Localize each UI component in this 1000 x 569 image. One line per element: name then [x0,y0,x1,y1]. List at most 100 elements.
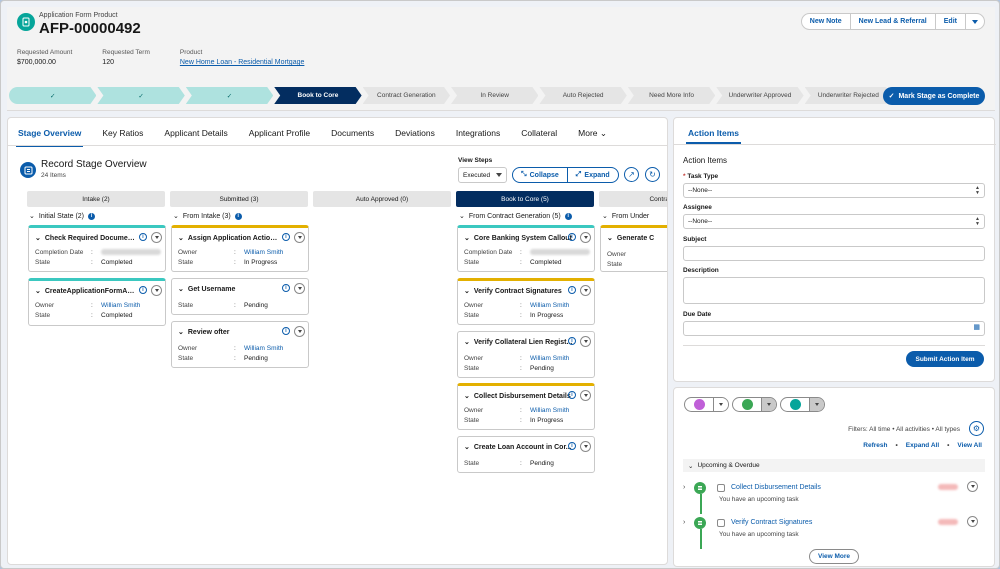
task-type-select[interactable]: --None-- ▲ ▼ [683,183,985,198]
info-icon[interactable]: i [282,233,290,241]
owner-link[interactable]: William Smith [530,407,569,414]
task-title-link[interactable]: Collect Disbursement Details [731,484,821,491]
task-menu-dropdown[interactable] [967,481,978,492]
tab-stage-overview[interactable]: Stage Overview [15,124,84,147]
path-step-current[interactable]: Book to Core [274,87,361,104]
step-card-create-loan-account[interactable]: Create Loan Account in Cor... i State: Pe… [457,436,595,473]
tab-applicant-details[interactable]: Applicant Details [164,124,227,144]
owner-link[interactable]: William Smith [244,249,283,256]
card-menu-dropdown[interactable] [580,441,591,452]
step-card-collect-disbursement-details[interactable]: Collect Disbursement Details i Owner: Wil… [457,383,595,430]
tab-integrations[interactable]: Integrations [456,124,500,144]
step-card-check-required-documents[interactable]: Check Required Document... i Completion … [28,225,166,272]
assignee-select[interactable]: --None-- ▲ ▼ [683,214,985,229]
card-menu-dropdown[interactable] [580,232,591,243]
submit-action-item-button[interactable]: Submit Action Item [906,351,984,367]
card-menu-dropdown[interactable] [151,232,162,243]
path-step[interactable]: In Review [451,87,538,104]
tab-action-items[interactable]: Action Items [685,128,742,144]
info-icon[interactable]: i [282,284,290,292]
info-icon[interactable]: i [568,337,576,345]
owner-link[interactable]: William Smith [101,302,140,309]
info-icon[interactable]: i [568,442,576,450]
step-card-core-banking-callout[interactable]: Core Banking System Callout i Completion… [457,225,595,272]
new-task-split-button[interactable] [732,397,777,412]
refresh-link[interactable]: Refresh [863,442,887,449]
group-initial-state[interactable]: ⌄ Initial State (2) i [29,212,96,220]
tab-more[interactable]: More ⌄ [578,124,607,144]
mark-stage-complete-button[interactable]: ✓ Mark Stage as Complete [883,87,985,105]
info-icon[interactable]: i [139,286,147,294]
new-event-split-button[interactable] [684,397,729,412]
owner-link[interactable]: William Smith [530,355,569,362]
log-call-button[interactable] [781,398,809,411]
refresh-icon[interactable]: ↻ [645,167,660,182]
card-menu-dropdown[interactable] [580,285,591,296]
step-card-generate-contract[interactable]: Generate C Owner State [600,225,667,272]
product-link[interactable]: New Home Loan - Residential Mortgage [180,59,305,66]
step-card-create-application-form[interactable]: CreateApplicationFormApp... i Owner: Will… [28,278,166,326]
event-button[interactable] [685,398,713,411]
tab-collateral[interactable]: Collateral [521,124,557,144]
group-from-intake[interactable]: ⌄ From Intake (3) i [173,212,242,220]
path-step[interactable]: Contract Generation [363,87,450,104]
info-icon[interactable]: i [568,286,576,294]
chevron-right-icon[interactable]: › [683,519,685,526]
task-title-link[interactable]: Verify Contract Signatures [731,519,812,526]
step-card-verify-collateral-lien[interactable]: Verify Collateral Lien Regist... i Owner… [457,331,595,378]
tab-applicant-profile[interactable]: Applicant Profile [249,124,310,144]
info-icon[interactable]: i [568,233,576,241]
due-date-input[interactable]: ▦ [683,321,985,336]
edit-button[interactable]: Edit [936,14,966,29]
card-menu-dropdown[interactable] [580,390,591,401]
info-icon[interactable]: i [568,391,576,399]
card-menu-dropdown[interactable] [580,336,591,347]
expand-all-link[interactable]: Expand All [906,442,939,449]
step-card-assign-application-action[interactable]: Assign Application Action It... i Owner:… [171,225,309,272]
group-from-under[interactable]: ⌄ From Under [602,212,649,221]
tab-documents[interactable]: Documents [331,124,374,144]
gear-icon[interactable]: ⚙ [969,421,984,436]
path-step[interactable]: Underwriter Rejected [805,87,892,104]
calendar-icon[interactable]: ▦ [973,324,980,331]
group-from-contract-generation[interactable]: ⌄ From Contract Generation (5) i [459,212,572,220]
popout-icon[interactable]: ↗ [624,167,639,182]
new-lead-referral-button[interactable]: New Lead & Referral [851,14,936,29]
card-menu-dropdown[interactable] [294,283,305,294]
task-dropdown[interactable] [761,398,776,411]
info-icon[interactable]: i [139,233,147,241]
card-menu-dropdown[interactable] [294,326,305,337]
event-dropdown[interactable] [713,398,728,411]
collapse-button[interactable]: ⤡ Collapse [513,168,568,182]
owner-link[interactable]: William Smith [530,302,569,309]
tab-key-ratios[interactable]: Key Ratios [102,124,143,144]
chevron-right-icon[interactable]: › [683,484,685,491]
log-call-split-button[interactable] [780,397,825,412]
path-step[interactable]: Need More Info [628,87,715,104]
view-all-link[interactable]: View All [957,442,982,449]
view-steps-select[interactable]: Executed [458,167,507,183]
step-card-review-ofter[interactable]: Review ofter i Owner: William Smith State… [171,321,309,368]
card-menu-dropdown[interactable] [294,232,305,243]
tab-deviations[interactable]: Deviations [395,124,435,144]
path-step[interactable]: Underwriter Approved [716,87,803,104]
expand-button[interactable]: ⤢ Expand [568,168,618,182]
path-step[interactable]: ✓ [9,87,96,104]
subject-input[interactable] [683,246,985,261]
upcoming-overdue-section[interactable]: ⌄ Upcoming & Overdue [683,459,985,472]
task-checkbox[interactable] [717,519,725,527]
info-icon[interactable]: i [282,327,290,335]
task-menu-dropdown[interactable] [967,516,978,527]
more-actions-dropdown[interactable] [966,14,984,29]
task-button[interactable] [733,398,761,411]
path-step[interactable]: ✓ [97,87,184,104]
task-checkbox[interactable] [717,484,725,492]
log-call-dropdown[interactable] [809,398,824,411]
owner-link[interactable]: William Smith [244,345,283,352]
view-more-button[interactable]: View More [809,549,859,564]
path-step[interactable]: ✓ [186,87,273,104]
path-step[interactable]: Auto Rejected [539,87,626,104]
description-textarea[interactable] [683,277,985,304]
new-note-button[interactable]: New Note [802,14,851,29]
step-card-get-username[interactable]: Get Username i State: Pending [171,278,309,315]
